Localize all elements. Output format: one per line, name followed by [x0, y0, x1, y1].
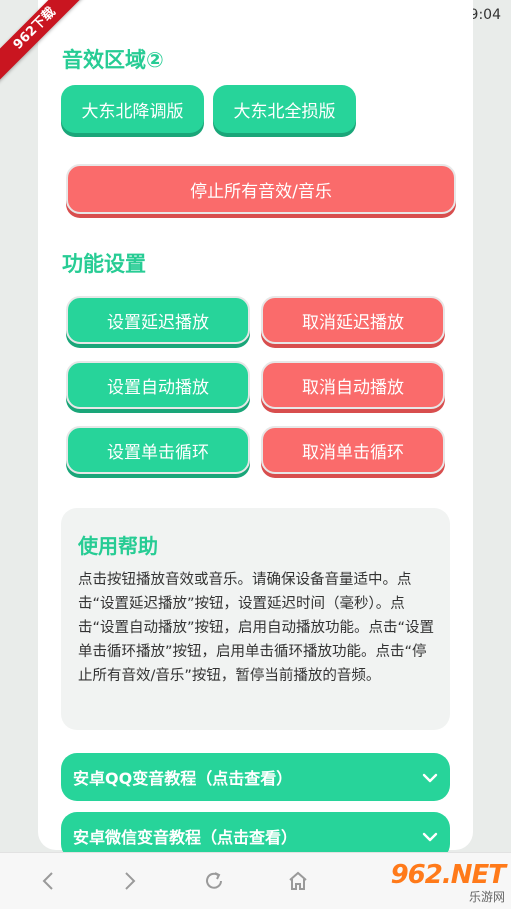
accordion-label: 安卓QQ变音教程（点击查看） [73, 769, 293, 788]
cancel-delay-play-button[interactable]: 取消延迟播放 [261, 296, 445, 344]
status-time: 9:04 [469, 7, 501, 23]
help-card: 使用帮助 点击按钮播放音效或音乐。请确保设备音量适中。点击“设置延迟播放”按钮，… [61, 508, 450, 730]
cancel-auto-play-button[interactable]: 取消自动播放 [261, 361, 445, 409]
brand-logo-text: 962.NET [390, 859, 506, 890]
back-icon[interactable] [34, 867, 62, 895]
brand-sub: 乐游网 [468, 889, 505, 904]
chevron-down-icon [422, 827, 438, 846]
settings-section-title: 功能设置 [62, 252, 146, 276]
accordion-label: 安卓微信变音教程（点击查看） [73, 828, 298, 847]
chevron-down-icon [422, 768, 438, 787]
sound-button-1[interactable]: 大东北降调版 [61, 85, 204, 133]
cancel-click-loop-button[interactable]: 取消单击循环 [261, 426, 445, 474]
forward-icon[interactable] [116, 867, 144, 895]
sound-section-title: 音效区域② [62, 48, 164, 72]
brand-logo: 962.NET 乐游网 [390, 859, 506, 905]
set-click-loop-button[interactable]: 设置单击循环 [66, 426, 250, 474]
set-delay-play-button[interactable]: 设置延迟播放 [66, 296, 250, 344]
help-title: 使用帮助 [78, 534, 158, 558]
set-auto-play-button[interactable]: 设置自动播放 [66, 361, 250, 409]
sound-button-2[interactable]: 大东北全损版 [213, 85, 356, 133]
home-icon[interactable] [284, 867, 312, 895]
help-text: 点击按钮播放音效或音乐。请确保设备音量适中。点击“设置延迟播放”按钮，设置延迟时… [78, 572, 435, 684]
browser-nav-bar: 962.NET 乐游网 [0, 852, 511, 909]
stop-all-button[interactable]: 停止所有音效/音乐 [66, 164, 456, 214]
qq-tutorial-accordion[interactable]: 安卓QQ变音教程（点击查看） [61, 753, 450, 801]
refresh-icon[interactable] [200, 867, 228, 895]
